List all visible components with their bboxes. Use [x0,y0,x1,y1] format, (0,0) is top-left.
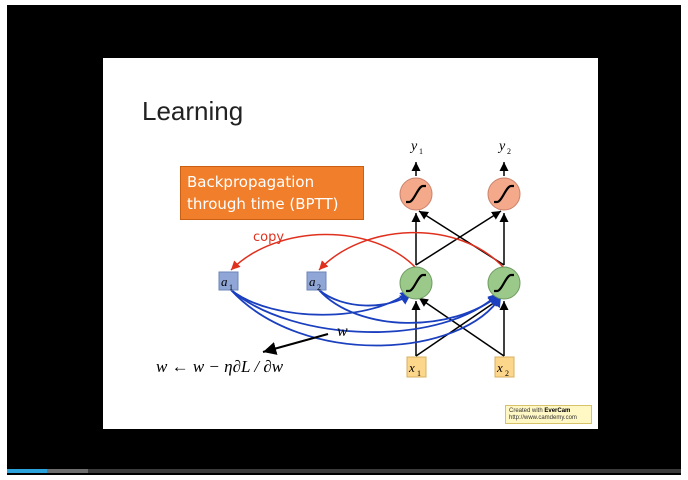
a2-subscript: 2 [317,283,321,292]
rnn-diagram: copy w w ← w − η∂L / ∂w a 1 a 2 x 1 x 2 … [156,139,521,378]
hidden-neuron-2 [487,266,521,300]
watermark-prefix: Created with [509,408,545,414]
y1-label: y [409,139,418,154]
a2-label: a [309,274,316,289]
w-pointer-arrow [262,332,329,355]
a1-subscript: 1 [229,283,233,292]
hidden-neuron-1 [399,266,433,300]
y1-subscript: 1 [419,147,423,156]
lecture-slide: Learning Backpropagation through time (B… [103,58,598,429]
x1-subscript: 1 [417,369,421,378]
y2-subscript: 2 [507,147,511,156]
a2-to-h1 [318,289,412,307]
watermark-brand: EverCam [544,408,571,414]
evercam-watermark: Created with EverCam http://www.camdemy.… [505,405,592,424]
y2-label: y [497,139,506,154]
video-progress-bar[interactable] [7,469,681,473]
update-rule: w ← w − η∂L / ∂w [156,357,284,376]
w-label: w [337,323,348,340]
watermark-url: http://www.camdemy.com [509,415,577,421]
h1-to-o2 [415,210,502,266]
output-neuron-2 [487,177,521,211]
input-x2: x 2 [494,356,515,378]
x1-label: x [408,360,415,375]
x2-subscript: 2 [505,369,509,378]
video-player[interactable]: Learning Backpropagation through time (B… [7,5,681,475]
progress-played [7,469,48,473]
memory-cell-a2: a 2 [306,271,327,292]
a1-label: a [221,274,228,289]
x2-label: x [496,360,503,375]
a1-to-h1 [230,289,412,316]
x2-to-h1 [418,297,505,357]
progress-buffered [47,469,88,473]
copy-label: copy [253,230,284,245]
input-x1: x 1 [406,356,427,378]
memory-cell-a1: a 1 [218,271,239,292]
output-neuron-1 [399,177,433,211]
